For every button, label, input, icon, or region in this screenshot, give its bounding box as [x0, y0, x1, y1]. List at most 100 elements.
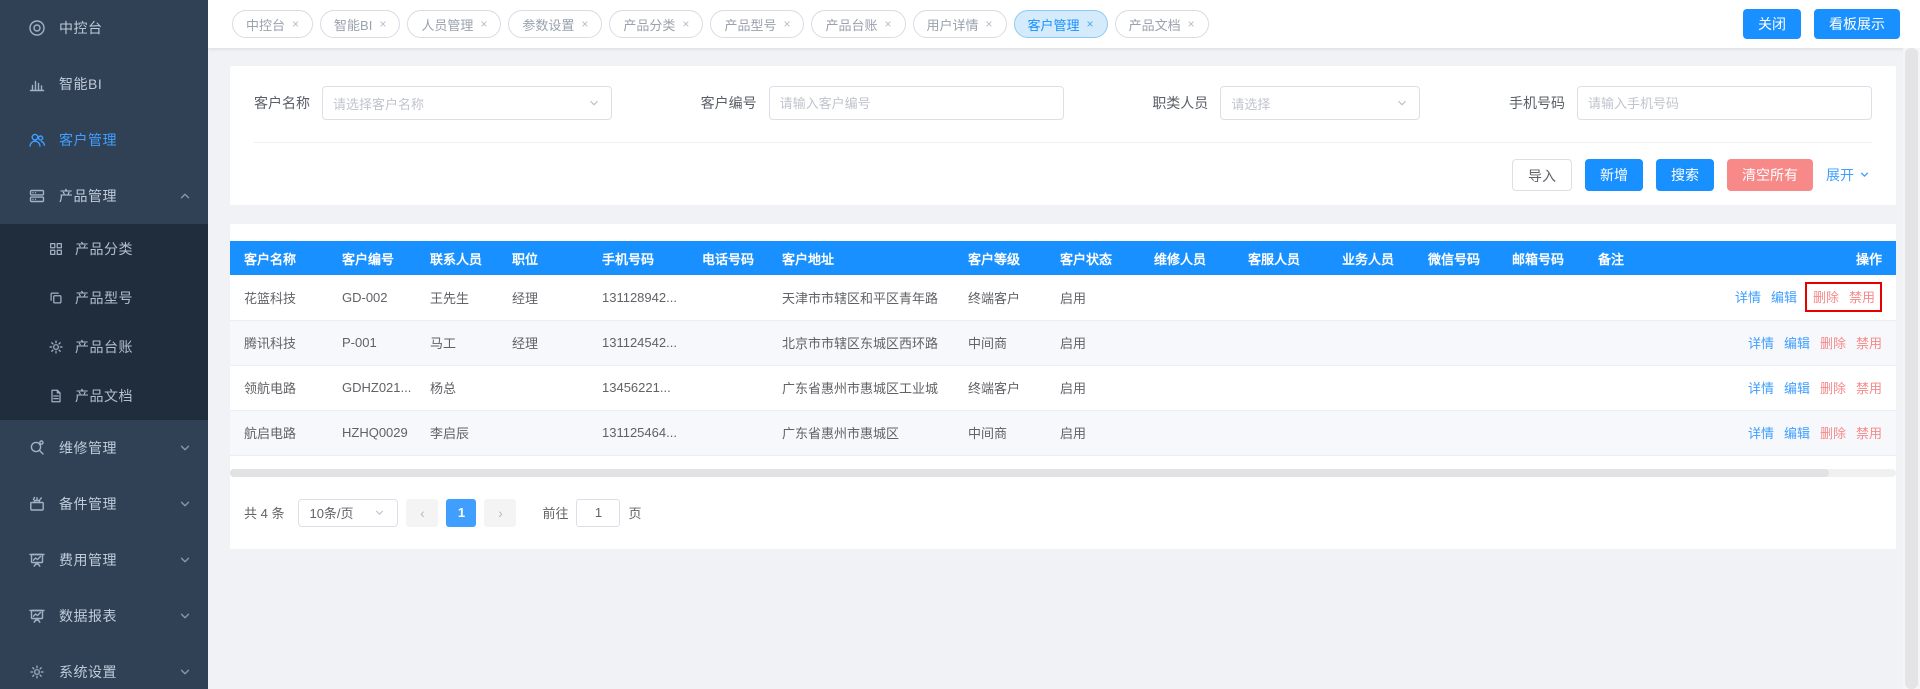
add-button[interactable]: 新增 — [1585, 159, 1643, 191]
sidebar-item-product-doc[interactable]: 产品文档 — [0, 371, 208, 420]
page-size-select[interactable]: 10条/页 — [298, 499, 398, 527]
sidebar-item-product-category[interactable]: 产品分类 — [0, 224, 208, 273]
next-page-button[interactable]: › — [484, 499, 516, 527]
sidebar-item-customer-mgmt[interactable]: 客户管理 — [0, 112, 208, 168]
tab-参数设置[interactable]: 参数设置× — [508, 10, 602, 38]
row-actions: 详情编辑删除禁用 — [1704, 320, 1896, 365]
tab-智能BI[interactable]: 智能BI× — [320, 10, 400, 38]
column-header: 电话号码 — [688, 241, 768, 275]
chevron-down-icon — [178, 609, 192, 623]
page-1-button[interactable]: 1 — [446, 499, 476, 527]
tab-close-icon[interactable]: × — [783, 18, 790, 30]
detail-link[interactable]: 详情 — [1735, 290, 1761, 305]
tab-人员管理[interactable]: 人员管理 × — [407, 10, 501, 38]
tab-close-icon[interactable]: × — [682, 18, 689, 30]
staff-type-label: 职类人员 — [1152, 93, 1208, 113]
column-header: 备注 — [1584, 241, 1704, 275]
disable-link[interactable]: 禁用 — [1856, 381, 1882, 396]
tab-产品型号[interactable]: 产品型号 × — [710, 10, 804, 38]
close-button[interactable]: 关闭 — [1743, 9, 1801, 39]
tab-close-icon[interactable]: × — [884, 18, 891, 30]
sidebar-item-smart-bi[interactable]: 智能BI — [0, 56, 208, 112]
import-button[interactable]: 导入 — [1512, 159, 1572, 191]
column-header: 联系人员 — [416, 241, 498, 275]
tab-用户详情[interactable]: 用户详情 × — [913, 10, 1007, 38]
table-cell: 经理 — [498, 275, 588, 320]
sidebar-item-label: 维修管理 — [59, 438, 178, 458]
disable-link[interactable]: 禁用 — [1849, 290, 1875, 305]
clear-all-button[interactable]: 清空所有 — [1727, 159, 1813, 191]
delete-link[interactable]: 删除 — [1820, 381, 1846, 396]
table-cell — [1140, 410, 1234, 455]
delete-link[interactable]: 删除 — [1820, 336, 1846, 351]
sidebar-menu: 中控台智能BI 客户管理产品管理产品分类产品型号产品台账产品文档维修管理备件管理费… — [0, 0, 208, 689]
tab-close-icon[interactable]: × — [1087, 18, 1094, 30]
customer-name-select[interactable]: 请选择客户名称 — [322, 86, 612, 120]
sidebar-item-repair-mgmt[interactable]: 维修管理 — [0, 420, 208, 476]
sidebar-item-product-model[interactable]: 产品型号 — [0, 273, 208, 322]
tab-产品分类[interactable]: 产品分类× — [609, 10, 703, 38]
sidebar-item-system-settings[interactable]: 系统设置 — [0, 644, 208, 689]
tab-close-icon[interactable]: × — [292, 18, 299, 30]
board-display-button[interactable]: 看板展示 — [1814, 9, 1900, 39]
sidebar-item-product-ledger[interactable]: 产品台账 — [0, 322, 208, 371]
tab-客户管理[interactable]: 客户管理× — [1014, 10, 1108, 38]
edit-link[interactable]: 编辑 — [1771, 290, 1797, 305]
customer-code-input[interactable] — [780, 96, 1053, 111]
tab-label: 用户详情 — [927, 15, 979, 34]
goto-page-input[interactable] — [576, 499, 620, 527]
tab-close-icon[interactable]: × — [986, 18, 993, 30]
chevron-down-icon — [587, 96, 601, 110]
tab-中控台[interactable]: 中控台 × — [232, 10, 313, 38]
edit-link[interactable]: 编辑 — [1784, 381, 1810, 396]
vertical-scrollbar[interactable] — [1903, 48, 1920, 689]
delete-link[interactable]: 删除 — [1813, 290, 1839, 305]
table-cell — [1414, 320, 1498, 365]
column-header: 维修人员 — [1140, 241, 1234, 275]
tab-产品文档[interactable]: 产品文档× — [1115, 10, 1209, 38]
horizontal-scrollbar[interactable] — [230, 469, 1896, 477]
sidebar-item-data-report[interactable]: 数据报表 — [0, 588, 208, 644]
delete-link[interactable]: 删除 — [1820, 426, 1846, 441]
tab-label: 中控台 — [246, 15, 285, 34]
edit-link[interactable]: 编辑 — [1784, 336, 1810, 351]
chevron-down-icon — [178, 497, 192, 511]
tab-close-icon[interactable]: × — [480, 18, 487, 30]
main-area: 中控台×智能BI×人员管理×参数设置×产品分类×产品型号×产品台账×用户详情×客… — [208, 0, 1920, 689]
edit-link[interactable]: 编辑 — [1784, 426, 1810, 441]
vertical-scrollbar-thumb[interactable] — [1905, 48, 1918, 689]
pagination-total: 共 4 条 — [244, 503, 284, 522]
prev-page-button[interactable]: ‹ — [406, 499, 438, 527]
red-annotation-box: 删除禁用 — [1805, 282, 1882, 312]
table-cell — [1584, 410, 1704, 455]
tab-产品台账[interactable]: 产品台账× — [811, 10, 905, 38]
detail-link[interactable]: 详情 — [1748, 381, 1774, 396]
bar-chart-icon — [27, 74, 47, 94]
sidebar-item-console[interactable]: 中控台 — [0, 0, 208, 56]
sidebar-item-product-mgmt[interactable]: 产品管理 — [0, 168, 208, 224]
tab-label: 人员管理 — [421, 15, 473, 34]
detail-link[interactable]: 详情 — [1748, 426, 1774, 441]
table-cell: 天津市市辖区和平区青年路 — [768, 275, 954, 320]
tab-close-icon[interactable]: × — [1188, 18, 1195, 30]
row-actions: 详情编辑删除禁用 — [1704, 365, 1896, 410]
detail-link[interactable]: 详情 — [1748, 336, 1774, 351]
horizontal-scrollbar-thumb[interactable] — [230, 469, 1829, 477]
phone-input[interactable] — [1588, 96, 1861, 111]
sidebar-item-spare-parts-mgmt[interactable]: 备件管理 — [0, 476, 208, 532]
sidebar-item-expense-mgmt[interactable]: 费用管理 — [0, 532, 208, 588]
table-cell — [1584, 320, 1704, 365]
customer-name-placeholder: 请选择客户名称 — [333, 94, 587, 113]
tab-list: 中控台×智能BI×人员管理×参数设置×产品分类×产品型号×产品台账×用户详情×客… — [232, 10, 1743, 38]
tab-label: 产品型号 — [724, 15, 776, 34]
staff-type-select[interactable]: 请选择 — [1220, 86, 1420, 120]
tab-close-icon[interactable]: × — [581, 18, 588, 30]
table-cell: 腾讯科技 — [230, 320, 328, 365]
filter-card: 客户名称 请选择客户名称 客户编号 职类人员 — [230, 66, 1896, 205]
disable-link[interactable]: 禁用 — [1856, 426, 1882, 441]
search-button[interactable]: 搜索 — [1656, 159, 1714, 191]
disable-link[interactable]: 禁用 — [1856, 336, 1882, 351]
sidebar-item-label: 智能BI — [59, 74, 192, 94]
tab-close-icon[interactable]: × — [379, 18, 386, 30]
expand-link[interactable]: 展开 — [1826, 165, 1872, 185]
